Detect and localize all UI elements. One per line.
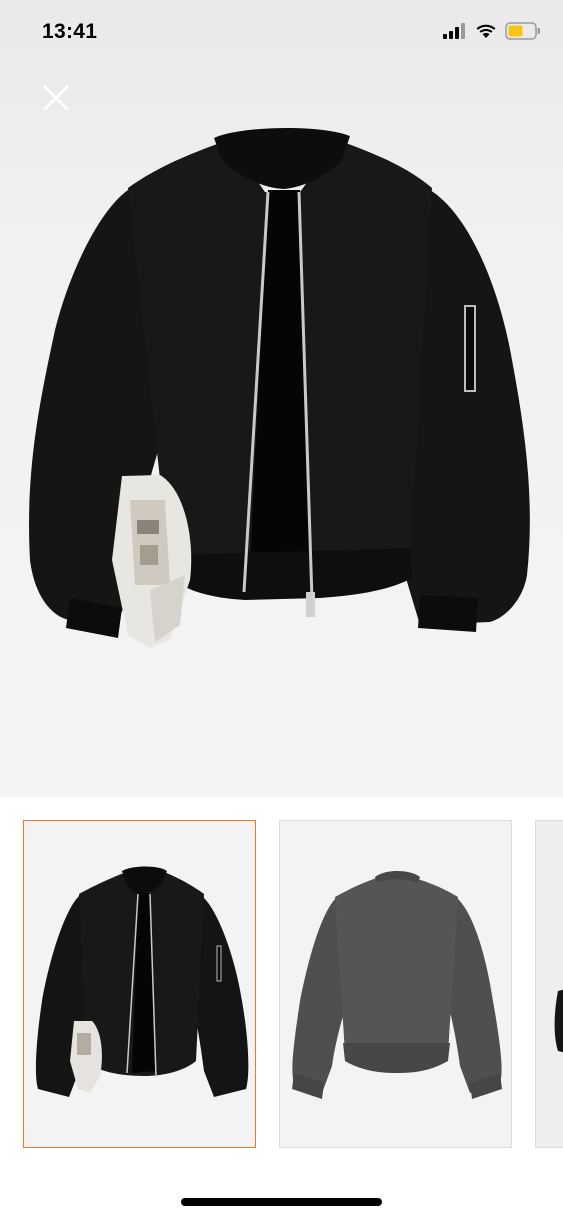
hero-image-area[interactable]: 13:41 — [0, 0, 563, 797]
thumbnail-strip[interactable] — [0, 797, 563, 1177]
status-icons — [443, 22, 541, 40]
close-button[interactable] — [38, 80, 74, 116]
product-image-viewer: 13:41 — [0, 0, 563, 1219]
close-icon — [43, 85, 69, 111]
wifi-icon — [476, 24, 496, 38]
thumbnail-back-view[interactable] — [279, 820, 512, 1148]
thumbnail-model-view[interactable] — [535, 820, 563, 1148]
status-bar: 13:41 — [0, 0, 563, 66]
thumbnail-model-image — [536, 821, 563, 1147]
cellular-signal-icon — [443, 23, 465, 39]
thumbnail-grey-jacket-image — [292, 871, 502, 1099]
hero-jacket-image — [29, 127, 530, 648]
thumbnail-front-view[interactable] — [23, 820, 256, 1148]
home-indicator[interactable] — [181, 1198, 382, 1206]
thumbnail-black-jacket-image — [35, 866, 249, 1097]
status-time: 13:41 — [42, 20, 98, 43]
battery-icon — [505, 22, 540, 40]
